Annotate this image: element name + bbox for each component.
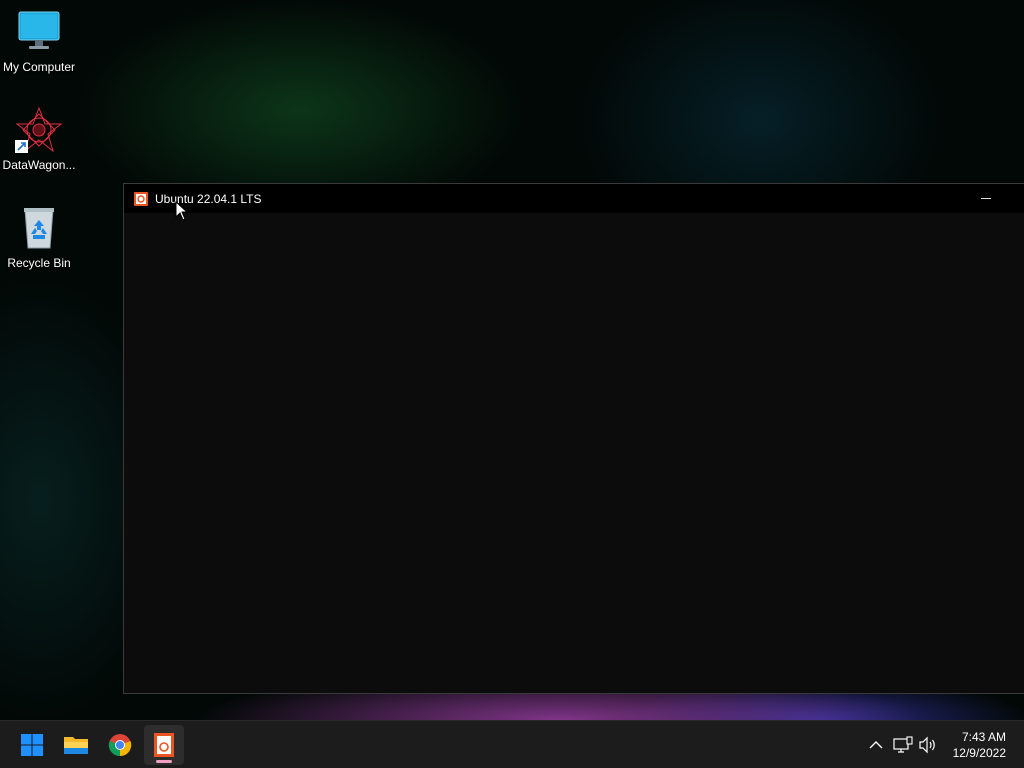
chevron-up-icon [869, 741, 883, 749]
clock-time: 7:43 AM [961, 730, 1006, 744]
ubuntu-icon [154, 733, 174, 757]
file-explorer-button[interactable] [56, 725, 96, 765]
minimize-icon [981, 197, 991, 199]
start-button[interactable] [12, 725, 52, 765]
window-title: Ubuntu 22.04.1 LTS [155, 191, 262, 206]
desktop-icon-label: Recycle Bin [7, 256, 71, 270]
active-window-indicator [156, 760, 172, 763]
mouse-cursor-icon [175, 200, 189, 221]
datawagon-icon [15, 106, 63, 154]
recycle-bin-icon [15, 204, 63, 252]
volume-icon [919, 736, 935, 754]
clock[interactable]: 7:43 AM 12/9/2022 [953, 729, 1006, 761]
windows-logo-icon [21, 734, 43, 756]
minimize-button[interactable] [972, 188, 1000, 208]
network-icon [893, 736, 913, 753]
clock-date: 12/9/2022 [952, 746, 1006, 760]
chrome-button[interactable] [100, 725, 140, 765]
desktop-icon-label: DataWagon... [2, 158, 76, 172]
desktop-icon-recycle-bin[interactable]: Recycle Bin [0, 204, 78, 270]
ubuntu-taskbar-button[interactable] [144, 725, 184, 765]
monitor-icon [15, 8, 63, 56]
ubuntu-icon [133, 191, 149, 207]
ubuntu-terminal-window[interactable]: Ubuntu 22.04.1 LTS [123, 183, 1024, 694]
taskbar: 7:43 AM 12/9/2022 [0, 720, 1024, 768]
desktop-icon-my-computer[interactable]: My Computer [0, 8, 78, 74]
window-titlebar[interactable]: Ubuntu 22.04.1 LTS [124, 184, 1024, 213]
network-button[interactable] [893, 735, 913, 755]
volume-button[interactable] [918, 735, 938, 755]
terminal-content[interactable] [124, 213, 1024, 693]
desktop-icon-datawagon[interactable]: DataWagon... [0, 106, 78, 172]
chrome-icon [108, 734, 132, 757]
show-hidden-icons-button[interactable] [866, 735, 886, 755]
folder-icon [64, 737, 88, 754]
desktop-icon-label: My Computer [2, 60, 76, 74]
